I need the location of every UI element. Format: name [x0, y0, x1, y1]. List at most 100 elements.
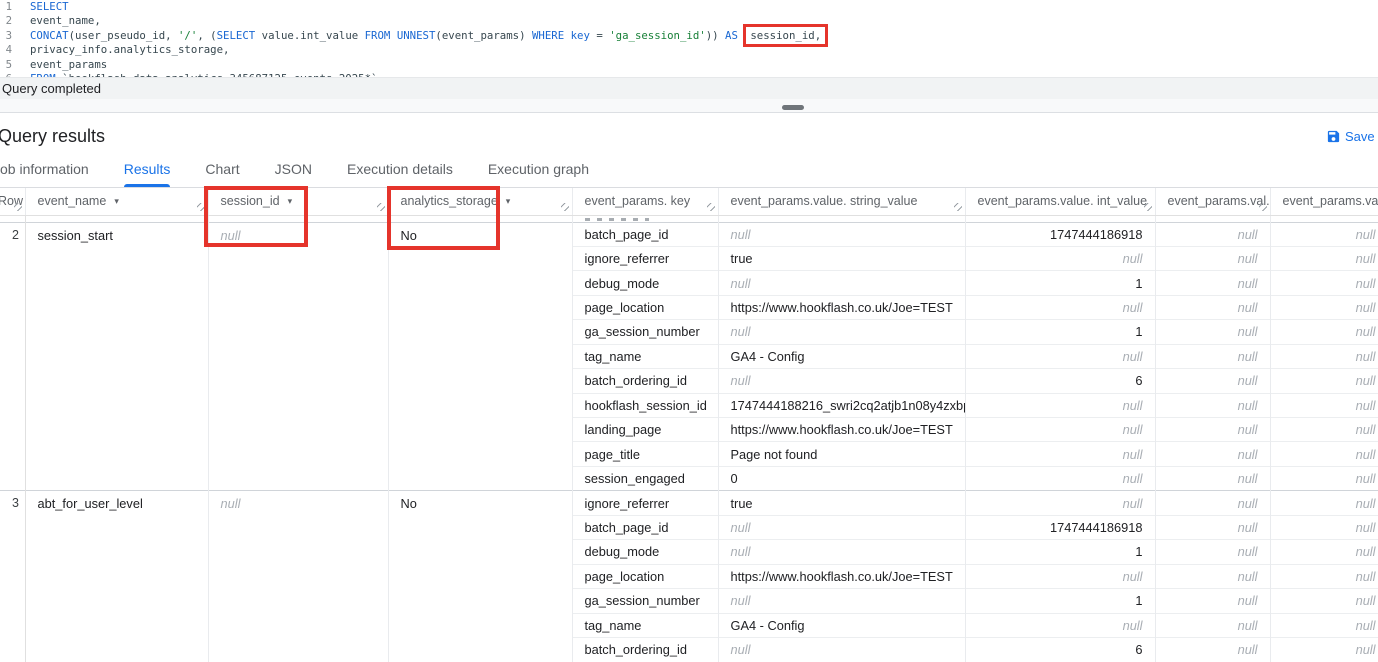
save-icon — [1326, 129, 1341, 144]
int-value-cell: null — [965, 295, 1155, 319]
tab-execution-graph[interactable]: Execution graph — [488, 161, 589, 187]
sql-token: (user_pseudo_id, — [69, 29, 178, 42]
highlighted-sql-token: session_id, — [746, 27, 825, 44]
value-cell: null — [1270, 369, 1378, 393]
query-status-bar: Query completed — [0, 77, 1378, 99]
int-value-cell: 6 — [965, 637, 1155, 661]
line-number: 4 — [0, 43, 12, 57]
value-cell: null — [1155, 540, 1270, 564]
save-results-button[interactable]: Save results — [1326, 126, 1378, 146]
column-header-row[interactable]: Row — [0, 188, 25, 215]
value-cell: null — [1155, 271, 1270, 295]
sql-code: event_name, — [30, 14, 101, 28]
column-header-event-name[interactable]: event_name▾ — [25, 188, 208, 215]
clipped-cell — [388, 215, 572, 222]
results-tab-bar: Job information Results Chart JSON Execu… — [0, 155, 1378, 188]
string-value-cell: 1747444188216_swri2cq2atjb1n08y4zxbp — [718, 393, 965, 417]
clipped-cell — [965, 215, 1155, 222]
column-resize-handle[interactable] — [1259, 203, 1267, 211]
column-label: event_params. key — [585, 194, 691, 208]
sql-token: AS — [725, 29, 738, 42]
value-cell: null — [1270, 540, 1378, 564]
tab-execution-details[interactable]: Execution details — [347, 161, 453, 187]
analytics-storage-cell: No — [388, 222, 572, 491]
clipped-cell — [1155, 215, 1270, 222]
results-table: Rowevent_name▾session_id▾analytics_stora… — [0, 188, 1378, 662]
column-header-analytics-storage[interactable]: analytics_storage▾ — [388, 188, 572, 215]
row-number-cell: 3 — [0, 491, 25, 662]
sql-token: event_name, — [30, 14, 101, 27]
analytics-storage-cell: No — [388, 491, 572, 662]
sql-code: privacy_info.analytics_storage, — [30, 43, 229, 57]
param-key-cell: tag_name — [572, 344, 718, 368]
int-value-cell: 1747444186918 — [965, 222, 1155, 246]
column-header-event-params-key[interactable]: event_params. key — [572, 188, 718, 215]
string-value-cell: 0 — [718, 466, 965, 490]
value-cell: null — [1270, 637, 1378, 661]
tab-json[interactable]: JSON — [275, 161, 312, 187]
int-value-cell: null — [965, 246, 1155, 270]
string-value-cell: GA4 - Config — [718, 344, 965, 368]
splitter-drag-handle[interactable] — [782, 105, 804, 110]
sql-token: event_params — [30, 58, 107, 71]
value-cell: null — [1155, 222, 1270, 246]
value-cell: null — [1270, 613, 1378, 637]
param-key-cell: page_location — [572, 564, 718, 588]
param-key-cell: debug_mode — [572, 271, 718, 295]
value-cell: null — [1155, 637, 1270, 661]
sql-editor-line: 5 event_params — [0, 58, 1378, 72]
column-dropdown-icon[interactable]: ▾ — [288, 196, 293, 206]
column-header-session-id[interactable]: session_id ▾ — [208, 188, 388, 215]
param-key-cell: batch_page_id — [572, 515, 718, 539]
param-key-cell: session_engaged — [572, 466, 718, 490]
column-header-val-2[interactable]: event_params.val... — [1270, 188, 1378, 215]
int-value-cell: 1 — [965, 540, 1155, 564]
results-header: Query results Save results — [0, 113, 1378, 155]
int-value-cell: null — [965, 344, 1155, 368]
column-header-val-1[interactable]: event_params.val... — [1155, 188, 1270, 215]
value-cell: null — [1270, 491, 1378, 515]
column-header-string-value[interactable]: event_params.value. string_value — [718, 188, 965, 215]
string-value-cell: null — [718, 589, 965, 613]
column-resize-handle[interactable] — [14, 203, 22, 211]
sql-editor-line: 1 SELECT — [0, 0, 1378, 14]
column-resize-handle[interactable] — [377, 203, 385, 211]
param-key-cell: tag_name — [572, 613, 718, 637]
column-resize-handle[interactable] — [1144, 203, 1152, 211]
column-resize-handle[interactable] — [561, 203, 569, 211]
value-cell: null — [1155, 393, 1270, 417]
column-label: session_id — [221, 194, 280, 208]
sql-token: SELECT — [30, 0, 69, 13]
column-dropdown-icon[interactable]: ▾ — [506, 196, 511, 206]
tab-chart[interactable]: Chart — [205, 161, 239, 187]
value-cell: null — [1270, 320, 1378, 344]
value-cell: null — [1155, 418, 1270, 442]
param-key-cell: page_location — [572, 295, 718, 319]
tab-job-information[interactable]: Job information — [0, 161, 89, 187]
session-id-cell: null — [208, 491, 388, 662]
value-cell: null — [1270, 246, 1378, 270]
line-number: 5 — [0, 58, 12, 72]
column-dropdown-icon[interactable]: ▾ — [114, 196, 119, 206]
column-label: event_params.val... — [1168, 194, 1271, 208]
clipped-cell — [208, 215, 388, 222]
string-value-cell: GA4 - Config — [718, 613, 965, 637]
tab-results[interactable]: Results — [124, 161, 171, 187]
column-resize-handle[interactable] — [707, 203, 715, 211]
sql-token — [738, 29, 744, 42]
string-value-cell: null — [718, 222, 965, 246]
sql-editor[interactable]: 1SELECT2event_name,3CONCAT(user_pseudo_i… — [0, 0, 1378, 77]
query-status-text: Query completed — [0, 81, 101, 96]
line-number: 1 — [0, 0, 12, 14]
column-resize-handle[interactable] — [197, 203, 205, 211]
sql-code: event_params — [30, 58, 107, 72]
value-cell: null — [1270, 295, 1378, 319]
sql-token: FROM — [365, 29, 391, 42]
line-number: 2 — [0, 14, 12, 28]
sql-token: privacy_info.analytics_storage, — [30, 43, 229, 56]
int-value-cell: 1 — [965, 271, 1155, 295]
column-header-int-value[interactable]: event_params.value. int_value — [965, 188, 1155, 215]
column-resize-handle[interactable] — [954, 203, 962, 211]
value-cell: null — [1270, 344, 1378, 368]
row-number-cell: 2 — [0, 222, 25, 491]
